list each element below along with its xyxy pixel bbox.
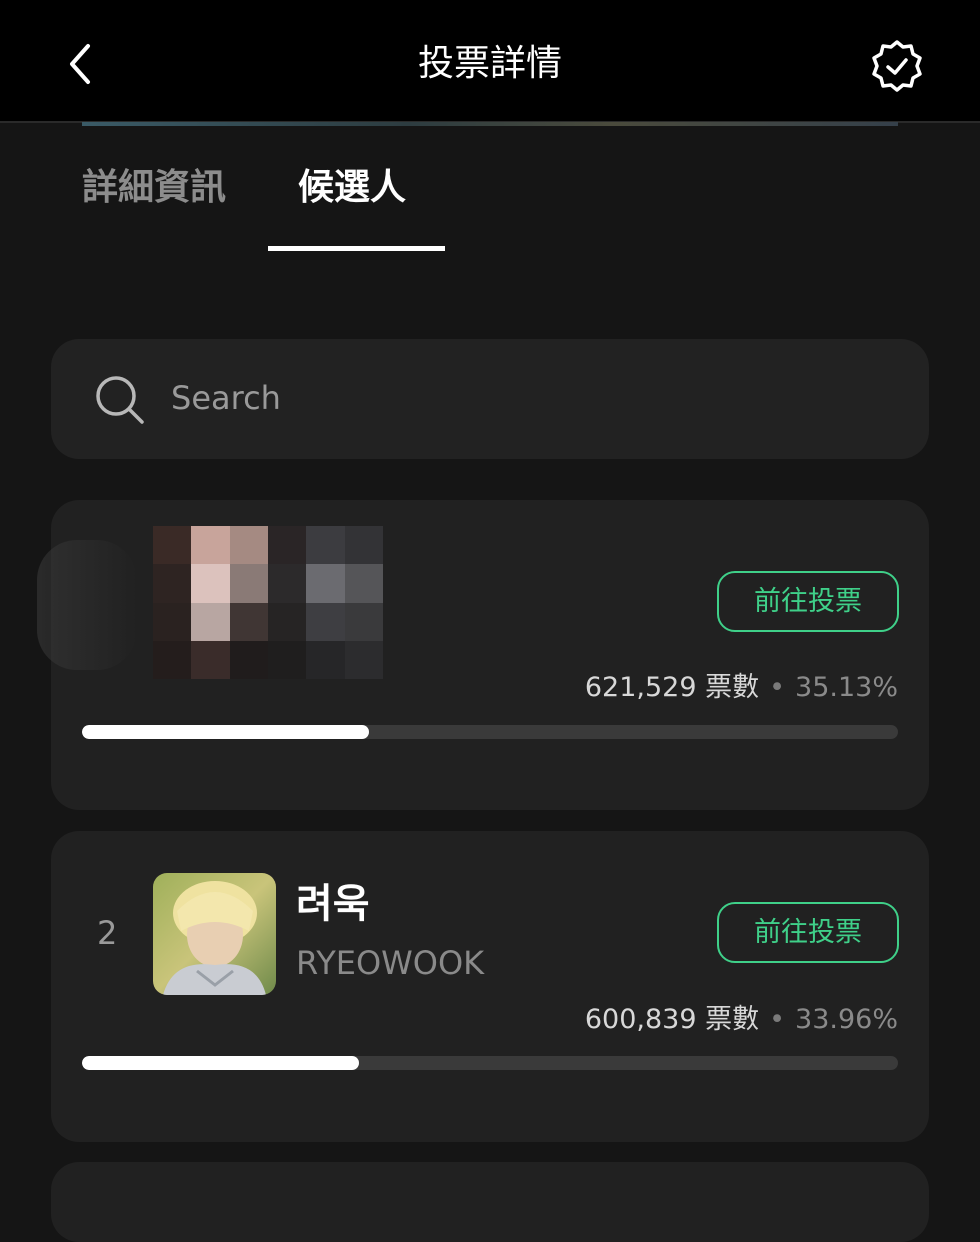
separator-dot: • [769,672,786,703]
obscured-region [37,540,137,670]
vote-progress-bar [82,1056,898,1070]
vote-progress-bar [82,725,898,739]
go-vote-button[interactable]: 前往投票 [717,902,899,963]
vote-percent: 35.13% [795,672,898,703]
candidate-card[interactable] [51,1162,929,1242]
tab-candidates[interactable]: 候選人 [298,160,428,216]
vote-stats: 621,529 票數 • 35.13% [585,670,898,706]
candidate-avatar-obscured [153,526,383,679]
vote-stats: 600,839 票數 • 33.96% [585,1002,898,1038]
candidate-avatar [153,873,276,995]
go-vote-button[interactable]: 前往投票 [717,571,899,632]
candidate-rank: 2 [97,914,118,952]
candidate-name: 려욱 [296,881,370,927]
verified-badge-button[interactable] [866,36,928,96]
search-input[interactable] [171,370,871,426]
vote-progress-fill [82,725,369,739]
verified-badge-icon [872,40,922,92]
search-icon [94,374,146,426]
vote-percent: 33.96% [795,1004,898,1035]
candidate-name-english: RYEOWOOK [296,944,485,982]
chevron-left-icon [70,44,90,84]
vote-count: 600,839 票數 [584,1004,760,1035]
active-tab-indicator [268,246,445,251]
candidate-card[interactable]: 前往投票 621,529 票數 • 35.13% [37,500,929,810]
separator-dot: • [769,1004,786,1035]
banner-edge [82,122,898,126]
candidate-card[interactable]: 2 려욱 RYEOWOOK 前往投票 600,839 票數 • 33.96% [51,831,929,1142]
page-title: 投票詳情 [417,43,562,84]
vote-progress-fill [82,1056,360,1070]
back-button[interactable] [60,38,104,90]
vote-count: 621,529 票數 [584,672,760,703]
tab-details[interactable]: 詳細資訊 [82,160,252,216]
